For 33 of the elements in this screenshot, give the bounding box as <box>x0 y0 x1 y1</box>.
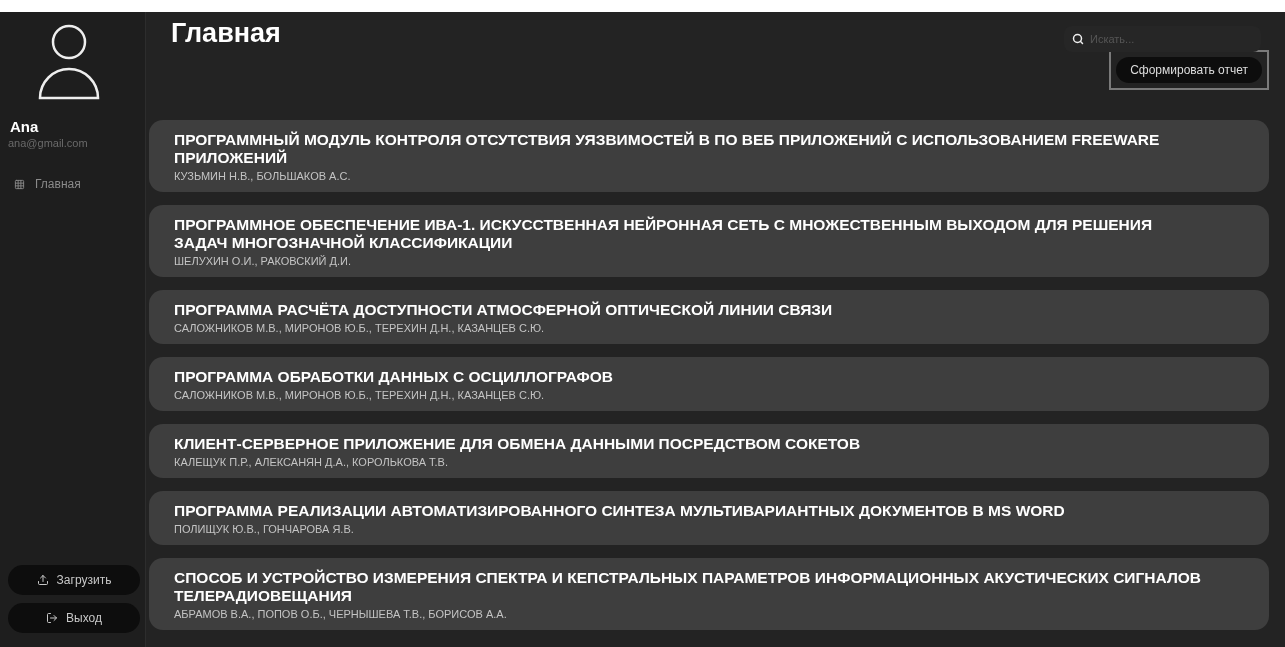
document-card[interactable]: ПРОГРАММНОЕ ОБЕСПЕЧЕНИЕ ИВА-1. ИСКУССТВЕННАЯ НЕЙРОННАЯ СЕТЬ С МНОЖЕСТВЕННЫМ ВЫХОДОМ ДЛЯ РЕШЕНИЯ ЗАДАЧ МНОГОЗНАЧНОЙ КЛАССИФИКАЦИИ ШЕЛУХИН О.И., РАКОВСКИЙ Д.И. <box>149 205 1269 277</box>
document-card[interactable]: СПОСОБ И УСТРОЙСТВО ИЗМЕРЕНИЯ СПЕКТРА И КЕПСТРАЛЬНЫХ ПАРАМЕТРОВ ИНФОРМАЦИОННЫХ АКУСТИЧЕСКИХ СИГНАЛОВ ТЕЛЕРАДИОВЕЩАНИЯ АБРАМОВ В.А., ПОПОВ О.Б., ЧЕРНЫШЕВА Т.В., БОРИСОВ А.А. <box>149 558 1269 630</box>
user-email: ana@gmail.com <box>8 137 89 149</box>
grid-icon <box>14 178 25 190</box>
document-card[interactable]: КЛИЕНТ-СЕРВЕРНОЕ ПРИЛОЖЕНИЕ ДЛЯ ОБМЕНА ДАННЫМИ ПОСРЕДСТВОМ СОКЕТОВ КАЛЕЩУК П.Р., АЛЕКСАНЯН Д.А., КОРОЛЬКОВА Т.В. <box>149 424 1269 478</box>
document-title: КЛИЕНТ-СЕРВЕРНОЕ ПРИЛОЖЕНИЕ ДЛЯ ОБМЕНА ДАННЫМИ ПОСРЕДСТВОМ СОКЕТОВ <box>174 435 862 453</box>
user-name: Ana <box>10 118 40 135</box>
document-authors: ШЕЛУХИН О.И., РАКОВСКИЙ Д.И. <box>174 255 352 267</box>
document-authors: САЛОЖНИКОВ М.В., МИРОНОВ Ю.Б., ТЕРЕХИН Д.Н., КАЗАНЦЕВ С.Ю. <box>174 322 546 334</box>
document-title: СПОСОБ И УСТРОЙСТВО ИЗМЕРЕНИЯ СПЕКТРА И КЕПСТРАЛЬНЫХ ПАРАМЕТРОВ ИНФОРМАЦИОННЫХ АКУСТИЧЕСКИХ СИГНАЛОВ ТЕЛЕРАДИОВЕЩАНИЯ <box>174 569 1202 605</box>
logout-button[interactable]: Выход <box>8 603 140 633</box>
nav-item[interactable]: Главная <box>14 177 145 191</box>
document-title: ПРОГРАММА РЕАЛИЗАЦИИ АВТОМАТИЗИРОВАННОГО СИНТЕЗА МУЛЬТИВАРИАНТНЫХ ДОКУМЕНТОВ В MS WORD <box>174 502 1066 520</box>
upload-button[interactable]: Загрузить <box>8 565 140 595</box>
document-authors: САЛОЖНИКОВ М.В., МИРОНОВ Ю.Б., ТЕРЕХИН Д.Н., КАЗАНЦЕВ С.Ю. <box>174 389 546 401</box>
logout-icon <box>46 612 59 624</box>
report-button[interactable]: Сформировать отчет <box>1116 57 1262 83</box>
document-title: ПРОГРАММА ОБРАБОТКИ ДАННЫХ С ОСЦИЛЛОГРАФОВ <box>174 368 615 386</box>
user-avatar-icon <box>38 24 100 100</box>
document-card[interactable]: ПРОГРАММНЫЙ МОДУЛЬ КОНТРОЛЯ ОТСУТСТВИЯ УЯЗВИМОСТЕЙ В ПО ВЕБ ПРИЛОЖЕНИЙ С ИСПОЛЬЗОВАНИЕМ FREEWARE ПРИЛОЖЕНИЙ КУЗЬМИН Н.В., БОЛЬШАКОВ А.С. <box>149 120 1269 192</box>
document-title: ПРОГРАММНОЕ ОБЕСПЕЧЕНИЕ ИВА-1. ИСКУССТВЕННАЯ НЕЙРОННАЯ СЕТЬ С МНОЖЕСТВЕННЫМ ВЫХОДОМ ДЛЯ РЕШЕНИЯ ЗАДАЧ МНОГОЗНАЧНОЙ КЛАССИФИКАЦИИ <box>174 216 1154 252</box>
page-title: Главная <box>171 18 281 50</box>
document-authors: КАЛЕЩУК П.Р., АЛЕКСАНЯН Д.А., КОРОЛЬКОВА Т.В. <box>174 456 449 468</box>
document-title: ПРОГРАММА РАСЧЁТА ДОСТУПНОСТИ АТМОСФЕРНОЙ ОПТИЧЕСКОЙ ЛИНИИ СВЯЗИ <box>174 301 834 319</box>
document-authors: ПОЛИЩУК Ю.В., ГОНЧАРОВА Я.В. <box>174 523 355 535</box>
document-title: ПРОГРАММНЫЙ МОДУЛЬ КОНТРОЛЯ ОТСУТСТВИЯ УЯЗВИМОСТЕЙ В ПО ВЕБ ПРИЛОЖЕНИЙ С ИСПОЛЬЗОВАНИЕМ FREEWARE ПРИЛОЖЕНИЙ <box>174 131 1161 167</box>
document-authors: АБРАМОВ В.А., ПОПОВ О.Б., ЧЕРНЫШЕВА Т.В., БОРИСОВ А.А. <box>174 608 508 620</box>
document-card[interactable]: ПРОГРАММА РЕАЛИЗАЦИИ АВТОМАТИЗИРОВАННОГО СИНТЕЗА МУЛЬТИВАРИАНТНЫХ ДОКУМЕНТОВ В MS WORD ПОЛИЩУК Ю.В., ГОНЧАРОВА Я.В. <box>149 491 1269 545</box>
document-card[interactable]: ПРОГРАММА ОБРАБОТКИ ДАННЫХ С ОСЦИЛЛОГРАФОВ САЛОЖНИКОВ М.В., МИРОНОВ Ю.Б., ТЕРЕХИН Д.Н., КАЗАНЦЕВ С.Ю. <box>149 357 1269 411</box>
search-icon <box>1072 33 1084 45</box>
upload-icon <box>36 574 49 586</box>
document-authors: КУЗЬМИН Н.В., БОЛЬШАКОВ А.С. <box>174 170 352 182</box>
document-card[interactable]: ПРОГРАММА РАСЧЁТА ДОСТУПНОСТИ АТМОСФЕРНОЙ ОПТИЧЕСКОЙ ЛИНИИ СВЯЗИ САЛОЖНИКОВ М.В., МИРОНОВ Ю.Б., ТЕРЕХИН Д.Н., КАЗАНЦЕВ С.Ю. <box>149 290 1269 344</box>
